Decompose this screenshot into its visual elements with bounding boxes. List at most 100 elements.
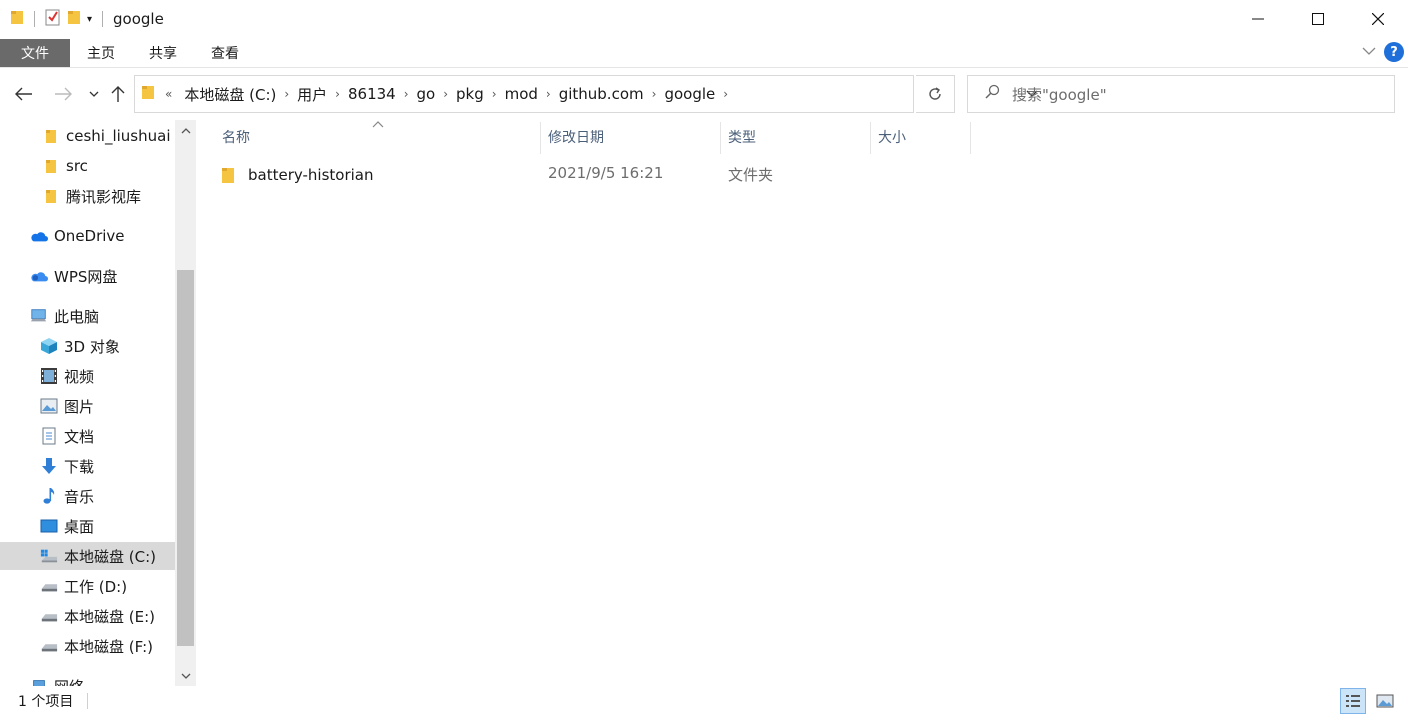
column-divider[interactable] — [970, 122, 971, 154]
sidebar-item-label: ceshi_liushuai — [66, 127, 171, 145]
column-header-size[interactable]: 大小 — [878, 120, 906, 154]
tab-share[interactable]: 共享 — [132, 39, 194, 67]
sidebar-item-label: OneDrive — [54, 227, 125, 245]
help-icon[interactable]: ? — [1384, 42, 1404, 62]
breadcrumb-item[interactable]: go — [411, 85, 442, 103]
sidebar-item-label: 工作 (D:) — [64, 577, 128, 596]
folder-icon — [141, 84, 155, 104]
chevron-right-icon[interactable]: › — [402, 87, 411, 101]
view-switcher — [1340, 688, 1398, 714]
scroll-down-button[interactable] — [175, 666, 196, 686]
sidebar-item-drive-f[interactable]: 本地磁盘 (F:) — [0, 632, 175, 660]
maximize-button[interactable] — [1288, 0, 1348, 38]
tab-home[interactable]: 主页 — [70, 39, 132, 67]
sidebar-item-label: 本地磁盘 (C:) — [64, 547, 156, 566]
sidebar-item-downloads[interactable]: 下载 — [0, 452, 175, 480]
column-divider[interactable] — [540, 122, 541, 154]
tab-view[interactable]: 查看 — [194, 39, 256, 67]
breadcrumb-item[interactable]: pkg — [450, 85, 490, 103]
breadcrumb-item[interactable]: github.com — [553, 85, 650, 103]
sidebar-item-onedrive[interactable]: OneDrive — [0, 222, 175, 250]
breadcrumb-item[interactable]: google — [658, 85, 721, 103]
recent-locations-button[interactable] — [82, 82, 106, 106]
ribbon-right: ? — [1362, 42, 1404, 62]
sidebar-item-this-pc[interactable]: 此电脑 — [0, 302, 175, 330]
navigation-pane: ceshi_liushuai src 腾讯影视库 OneDrive WPS网盘 … — [0, 120, 196, 686]
refresh-button[interactable] — [916, 75, 955, 113]
quick-access-toolbar: ▾ — [0, 8, 107, 30]
sidebar-item-drive-e[interactable]: 本地磁盘 (E:) — [0, 602, 175, 630]
breadcrumb-item[interactable]: 用户 — [291, 84, 333, 105]
search-icon — [984, 84, 1000, 104]
sidebar-scrollbar[interactable] — [175, 120, 196, 686]
sidebar-item-desktop[interactable]: 桌面 — [0, 512, 175, 540]
breadcrumb-item[interactable]: 86134 — [342, 85, 402, 103]
divider — [87, 693, 89, 709]
sidebar-item-drive-d[interactable]: 工作 (D:) — [0, 572, 175, 600]
column-divider[interactable] — [720, 122, 721, 154]
sidebar-item-music[interactable]: 音乐 — [0, 482, 175, 510]
sidebar-item-3d-objects[interactable]: 3D 对象 — [0, 332, 175, 360]
chevron-right-icon[interactable]: › — [282, 87, 291, 101]
chevron-right-icon[interactable]: › — [544, 87, 553, 101]
sidebar-item-label: 此电脑 — [54, 307, 100, 326]
computer-icon — [30, 307, 48, 325]
sidebar-item-tencent-video[interactable]: 腾讯影视库 — [0, 182, 175, 210]
breadcrumb-item[interactable]: mod — [499, 85, 544, 103]
drive-icon — [40, 637, 58, 655]
sidebar-item-pictures[interactable]: 图片 — [0, 392, 175, 420]
expand-ribbon-icon[interactable] — [1362, 45, 1376, 60]
sidebar-item-label: 网络 — [54, 676, 84, 687]
chevron-right-icon[interactable]: › — [650, 87, 659, 101]
column-header-date[interactable]: 修改日期 — [548, 120, 604, 154]
minimize-button[interactable] — [1228, 0, 1288, 38]
network-icon — [30, 677, 48, 686]
column-header-type[interactable]: 类型 — [728, 120, 756, 154]
chevron-right-icon[interactable]: › — [721, 87, 730, 101]
sidebar-item-network[interactable]: 网络 — [0, 672, 175, 686]
file-name[interactable]: battery-historian — [248, 166, 373, 184]
folder-icon — [220, 166, 236, 184]
search-box[interactable]: 搜索"google" — [967, 75, 1395, 113]
properties-icon[interactable] — [45, 8, 61, 30]
chevron-right-icon[interactable]: › — [333, 87, 342, 101]
column-header-name[interactable]: 名称 — [222, 120, 250, 154]
large-icons-view-button[interactable] — [1372, 688, 1398, 714]
sidebar-item-label: 图片 — [64, 397, 95, 416]
breadcrumb-overflow[interactable]: « — [159, 87, 178, 101]
scrollbar-thumb[interactable] — [177, 270, 194, 646]
back-button[interactable] — [12, 82, 36, 106]
folder-icon — [42, 187, 60, 205]
sidebar-item-label: 音乐 — [64, 487, 95, 506]
sidebar-item-ceshi-liushuai[interactable]: ceshi_liushuai — [0, 122, 175, 150]
sidebar-item-wps-cloud[interactable]: WPS网盘 — [0, 262, 175, 290]
scroll-up-button[interactable] — [175, 120, 196, 140]
up-button[interactable] — [106, 82, 130, 106]
sidebar-item-label: 本地磁盘 (F:) — [64, 637, 153, 656]
drive-icon — [40, 607, 58, 625]
close-button[interactable] — [1348, 0, 1408, 38]
details-view-button[interactable] — [1340, 688, 1366, 714]
forward-button[interactable] — [51, 82, 75, 106]
music-icon — [40, 487, 58, 505]
breadcrumb-item[interactable]: 本地磁盘 (C:) — [178, 84, 282, 105]
customize-dropdown-icon[interactable]: ▾ — [87, 14, 92, 25]
sidebar-item-documents[interactable]: 文档 — [0, 422, 175, 450]
breadcrumb: « 本地磁盘 (C:) › 用户 › 86134 › go › pkg › mo… — [159, 84, 730, 105]
sidebar-item-drive-c[interactable]: 本地磁盘 (C:) — [0, 542, 175, 570]
file-row[interactable]: battery-historian — [220, 162, 373, 188]
window-title: google — [113, 10, 164, 28]
sidebar-item-videos[interactable]: 视频 — [0, 362, 175, 390]
sidebar-item-src[interactable]: src — [0, 152, 175, 180]
folder-icon — [42, 127, 60, 145]
chevron-right-icon[interactable]: › — [441, 87, 450, 101]
sidebar-item-label: 文档 — [64, 427, 95, 446]
column-divider[interactable] — [870, 122, 871, 154]
tab-file[interactable]: 文件 — [0, 38, 70, 67]
file-type: 文件夹 — [728, 166, 774, 184]
new-folder-icon[interactable] — [67, 9, 81, 29]
item-count: 1 个项目 — [18, 694, 74, 710]
chevron-right-icon[interactable]: › — [490, 87, 499, 101]
address-bar[interactable]: « 本地磁盘 (C:) › 用户 › 86134 › go › pkg › mo… — [134, 75, 1038, 113]
drive-icon — [40, 577, 58, 595]
